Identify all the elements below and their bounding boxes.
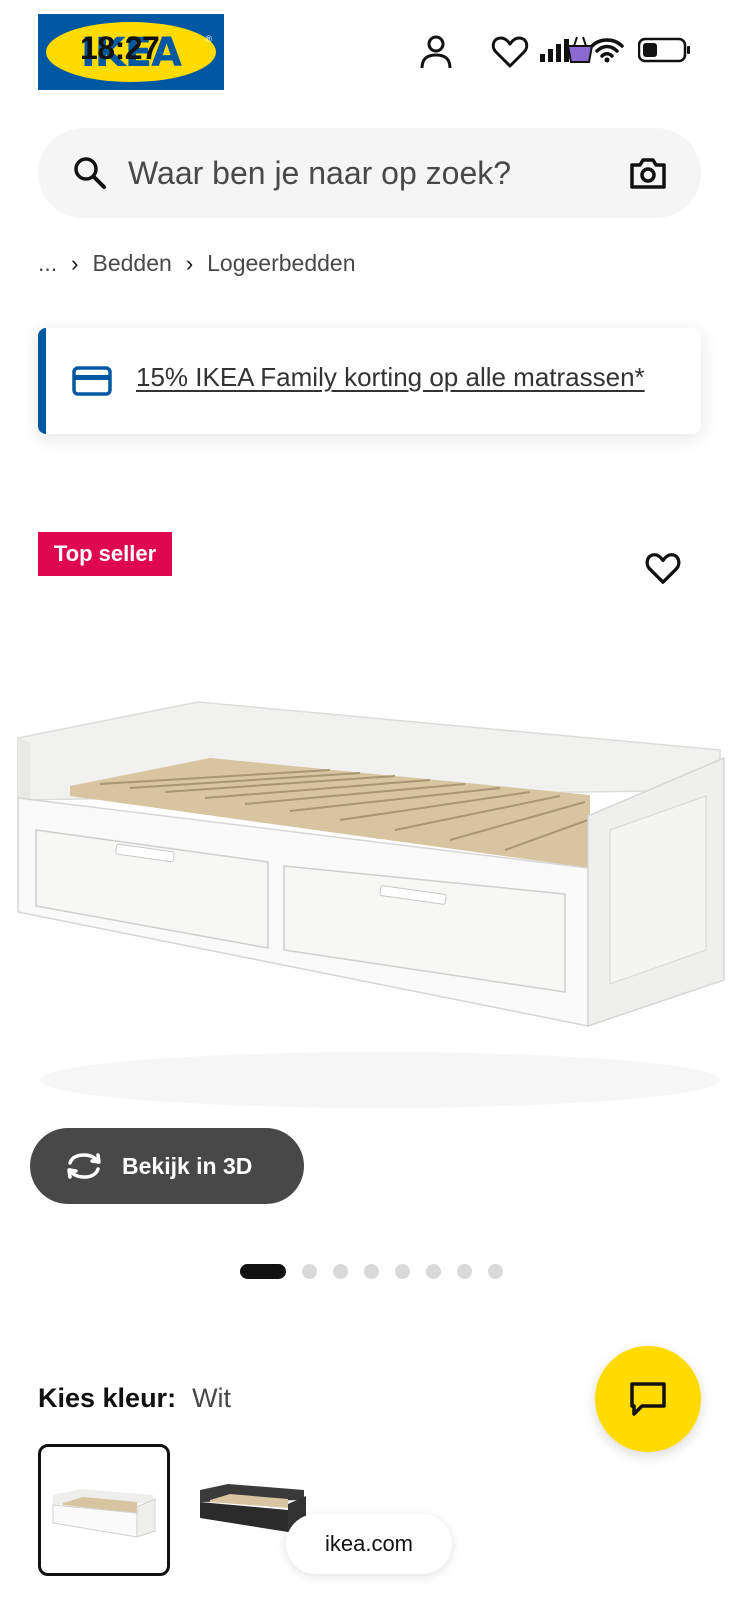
gallery-pagination <box>240 1264 503 1279</box>
breadcrumb-item-logeerbedden[interactable]: Logeerbedden <box>207 250 355 277</box>
pagination-dot[interactable] <box>302 1264 317 1279</box>
top-seller-badge: Top seller <box>38 532 172 576</box>
breadcrumb: ... › Bedden › Logeerbedden <box>38 250 356 277</box>
status-icons <box>540 32 692 68</box>
color-selector-heading: Kies kleur: Wit <box>38 1383 231 1414</box>
pagination-dot[interactable] <box>488 1264 503 1279</box>
camera-icon[interactable] <box>629 155 667 191</box>
registered-mark: ® <box>205 34 212 44</box>
chat-button[interactable] <box>595 1346 701 1452</box>
chevron-right-icon: › <box>185 250 194 276</box>
chevron-right-icon: › <box>71 250 79 276</box>
promo-banner[interactable]: 15% IKEA Family korting op alle matrasse… <box>38 328 701 434</box>
pagination-dot[interactable] <box>395 1264 410 1279</box>
pagination-dot[interactable] <box>364 1264 379 1279</box>
chat-bubble-icon <box>630 1382 666 1416</box>
pagination-dot[interactable] <box>333 1264 348 1279</box>
white-daybed-thumbnail <box>52 1489 156 1538</box>
breadcrumb-item-bedden[interactable]: Bedden <box>93 250 172 277</box>
user-icon[interactable] <box>416 32 456 72</box>
pagination-dot-active[interactable] <box>240 1264 286 1279</box>
pagination-dot[interactable] <box>426 1264 441 1279</box>
status-time: 18:27 <box>80 30 160 66</box>
color-label: Kies kleur: <box>38 1383 177 1413</box>
battery-icon <box>638 37 690 63</box>
pagination-dot[interactable] <box>457 1264 472 1279</box>
heart-icon[interactable] <box>490 32 530 72</box>
favorite-heart-icon[interactable] <box>644 550 682 586</box>
color-swatch-white[interactable] <box>38 1444 170 1576</box>
view-3d-label: Bekijk in 3D <box>122 1152 253 1179</box>
credit-card-icon <box>72 366 112 396</box>
product-image[interactable] <box>0 680 739 1140</box>
browser-url-bar[interactable]: ikea.com <box>286 1514 452 1574</box>
view-3d-button[interactable]: Bekijk in 3D <box>30 1128 304 1204</box>
search-bar[interactable] <box>38 128 701 218</box>
search-icon <box>74 157 106 189</box>
promo-link[interactable]: 15% IKEA Family korting op alle matrasse… <box>136 362 645 393</box>
wifi-icon <box>590 38 624 63</box>
color-value: Wit <box>192 1383 232 1413</box>
search-input[interactable] <box>128 146 608 200</box>
rotate-3d-icon <box>67 1153 101 1179</box>
breadcrumb-ellipsis[interactable]: ... <box>38 250 57 277</box>
promo-accent-bar <box>38 328 46 434</box>
